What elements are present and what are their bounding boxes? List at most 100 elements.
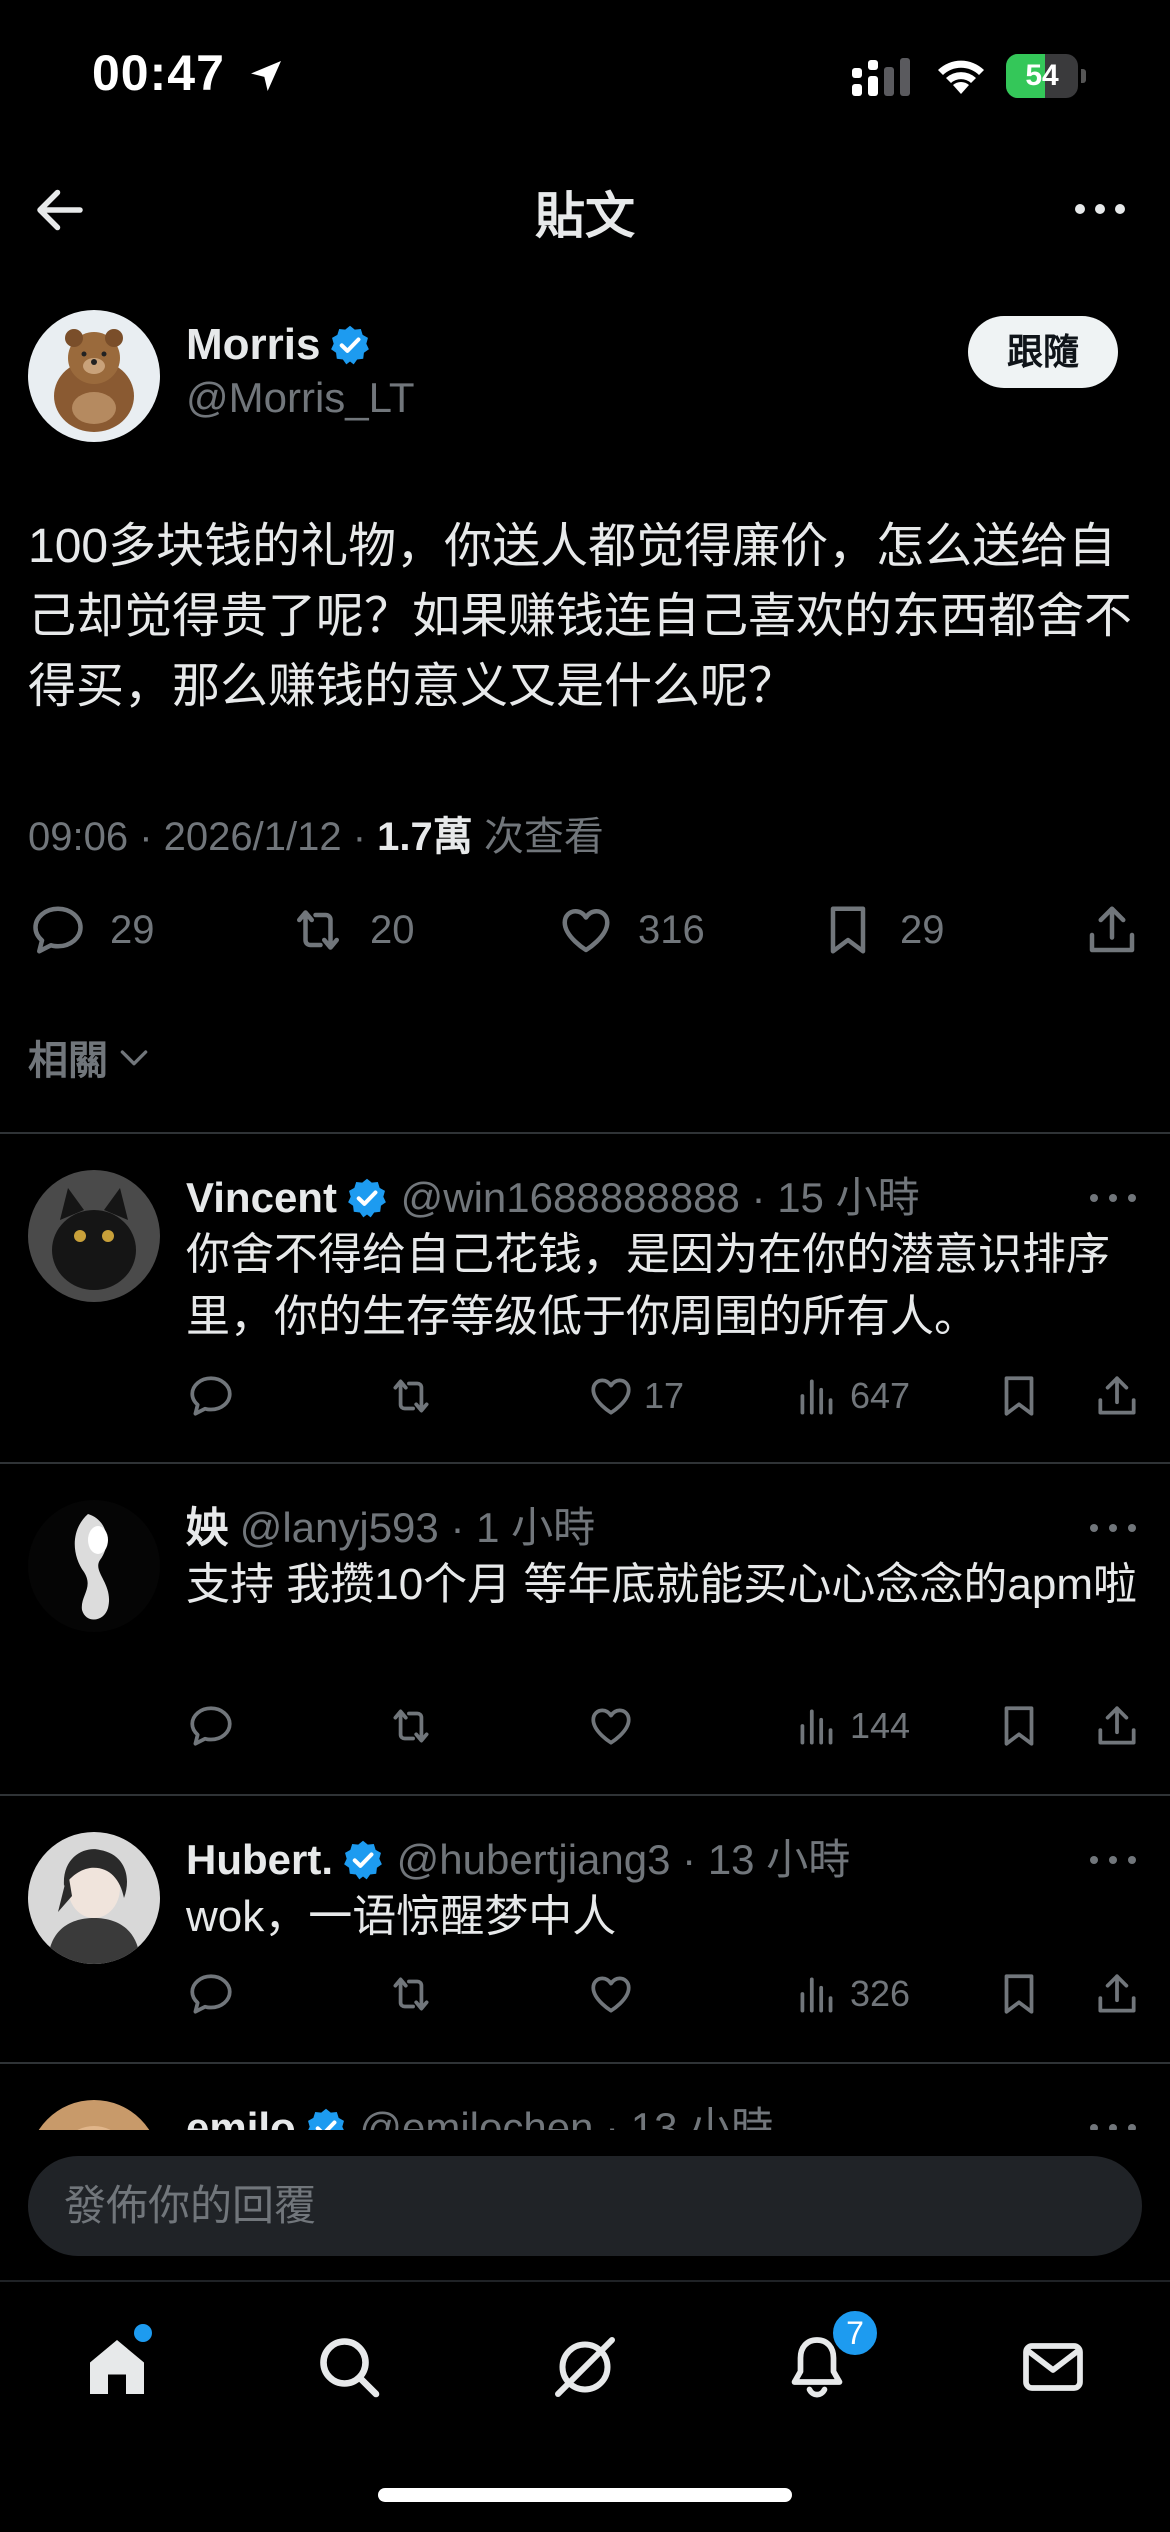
reply-header: Vincent @win1688888888 · 15 小時 bbox=[186, 1174, 920, 1221]
verified-badge-icon bbox=[344, 1840, 382, 1880]
reply-item[interactable]: 姎 @lanyj593 · 1 小時 支持 我攒10个月 等年底就能买心心念念的… bbox=[0, 1464, 1170, 1794]
reply-avatar[interactable] bbox=[28, 2100, 160, 2134]
repost-action[interactable] bbox=[386, 1696, 436, 1756]
share-icon bbox=[1089, 906, 1135, 953]
bookmark-action[interactable]: 29 bbox=[818, 890, 945, 970]
reply-input[interactable] bbox=[28, 2156, 1142, 2256]
reply-more-icon[interactable] bbox=[1088, 1188, 1138, 1208]
reply-header: 姎 @lanyj593 · 1 小時 bbox=[186, 1504, 596, 1551]
reply-author-handle[interactable]: @win1688888888 bbox=[401, 1174, 740, 1221]
page-title: 貼文 bbox=[535, 188, 635, 244]
like-action[interactable]: 17 bbox=[586, 1366, 684, 1426]
reply-actions: 144 bbox=[186, 1696, 1146, 1756]
share-action[interactable] bbox=[1092, 1964, 1142, 2024]
share-action[interactable] bbox=[1092, 1366, 1142, 1426]
repost-action[interactable] bbox=[386, 1964, 436, 2024]
home-unread-dot bbox=[134, 2324, 152, 2342]
search-icon bbox=[320, 2338, 380, 2398]
reply-more-icon[interactable] bbox=[1088, 1518, 1138, 1538]
reply-author-handle[interactable]: @lanyj593 bbox=[240, 1504, 439, 1551]
post-text: 100多块钱的礼物，你送人都觉得廉价，怎么送给自己却觉得贵了呢？如果赚钱连自己喜… bbox=[28, 520, 1133, 713]
reply-item[interactable]: Hubert. @hubertjiang3 · 13 小時 wok，一语惊醒梦中… bbox=[0, 1796, 1170, 2062]
bookmark-icon bbox=[1004, 1706, 1034, 1746]
repost-icon bbox=[393, 1977, 429, 2011]
repost-icon bbox=[393, 1709, 429, 1743]
related-label: 相關 bbox=[28, 1039, 108, 1083]
share-action[interactable] bbox=[1092, 1696, 1142, 1756]
cellular-signal-icon bbox=[852, 58, 910, 96]
related-toggle[interactable]: 相關 bbox=[28, 1028, 154, 1086]
reply-action[interactable]: 29 bbox=[28, 890, 155, 970]
analytics-icon bbox=[800, 1977, 833, 2013]
repost-action[interactable]: 20 bbox=[288, 890, 415, 970]
reply-text: wok，一语惊醒梦中人 bbox=[186, 1892, 617, 1941]
author-avatar[interactable] bbox=[28, 310, 160, 442]
share-action[interactable] bbox=[1082, 890, 1142, 970]
reply-avatar[interactable] bbox=[28, 1500, 160, 1632]
bookmark-action[interactable] bbox=[994, 1696, 1044, 1756]
author-handle[interactable]: @Morris_LT bbox=[186, 374, 415, 422]
post-actions: 29 20 316 29 bbox=[0, 890, 1170, 970]
reply-more-icon[interactable] bbox=[1088, 1850, 1138, 1870]
status-bar: 00:47 54 bbox=[0, 0, 1170, 150]
reply-author-name[interactable]: 姎 bbox=[186, 1504, 228, 1551]
reply-action[interactable] bbox=[186, 1696, 236, 1756]
analytics-icon bbox=[800, 1379, 833, 1415]
wifi-icon bbox=[938, 60, 984, 94]
reply-header: Hubert. @hubertjiang3 · 13 小時 bbox=[186, 1836, 851, 1883]
repost-action[interactable] bbox=[386, 1366, 436, 1426]
tab-messages[interactable] bbox=[1008, 2322, 1098, 2412]
heart-icon bbox=[591, 1708, 631, 1745]
reply-action[interactable] bbox=[186, 1366, 236, 1426]
like-count: 17 bbox=[644, 1375, 685, 1416]
reply-avatar[interactable] bbox=[28, 1170, 160, 1302]
reply-author-name[interactable]: Hubert. bbox=[186, 1836, 333, 1883]
heart-icon bbox=[591, 1976, 631, 2013]
repost-icon bbox=[393, 1379, 429, 1413]
reply-author-handle[interactable]: @hubertjiang3 bbox=[397, 1836, 671, 1883]
share-icon bbox=[1098, 1706, 1136, 1745]
bookmark-action[interactable] bbox=[994, 1366, 1044, 1426]
grok-icon bbox=[555, 2337, 615, 2397]
reply-author-name[interactable]: Vincent bbox=[186, 1174, 337, 1221]
author-name[interactable]: Morris bbox=[186, 320, 372, 370]
reply-item[interactable]: Vincent @win1688888888 · 15 小時 你舍不得给自己花钱… bbox=[0, 1134, 1170, 1462]
like-action[interactable] bbox=[586, 1696, 636, 1756]
reply-action[interactable] bbox=[186, 1964, 236, 2024]
like-action[interactable]: 316 bbox=[556, 890, 705, 970]
bookmark-action[interactable] bbox=[994, 1964, 1044, 2024]
follow-button[interactable]: 跟隨 bbox=[968, 316, 1118, 388]
repost-count: 20 bbox=[370, 907, 415, 952]
reply-time: 1 小時 bbox=[476, 1504, 596, 1551]
like-count: 316 bbox=[638, 907, 705, 952]
tab-grok[interactable] bbox=[540, 2322, 630, 2412]
views-count[interactable]: 1.7萬 bbox=[377, 815, 473, 859]
reply-icon bbox=[190, 1974, 232, 2014]
repost-icon bbox=[297, 910, 339, 950]
battery-indicator: 54 bbox=[1006, 54, 1086, 98]
like-action[interactable] bbox=[586, 1964, 636, 2024]
reply-header: emilo @emilochen · 13 小時 bbox=[186, 2094, 773, 2134]
notification-badge: 7 bbox=[830, 2308, 880, 2358]
reply-icon bbox=[190, 1376, 232, 1416]
views-action[interactable]: 647 bbox=[792, 1366, 910, 1426]
status-time: 00:47 bbox=[92, 45, 225, 101]
heart-icon bbox=[562, 909, 610, 953]
share-icon bbox=[1098, 1974, 1136, 2013]
reply-avatar[interactable] bbox=[28, 1832, 160, 1964]
reply-icon bbox=[190, 1706, 232, 1746]
tab-search[interactable] bbox=[304, 2322, 394, 2412]
verified-badge-icon bbox=[348, 1178, 386, 1218]
more-options-icon[interactable] bbox=[1070, 184, 1130, 234]
bookmark-icon bbox=[830, 906, 866, 954]
reply-item[interactable]: emilo @emilochen · 13 小時 bbox=[0, 2064, 1170, 2134]
views-count: 326 bbox=[850, 1973, 911, 2014]
views-count: 144 bbox=[850, 1705, 911, 1746]
reply-time: 15 小時 bbox=[777, 1174, 920, 1221]
top-nav: 貼文 bbox=[0, 150, 1170, 270]
analytics-icon bbox=[800, 1709, 833, 1745]
heart-icon bbox=[591, 1378, 631, 1415]
views-action[interactable]: 144 bbox=[792, 1696, 910, 1756]
post-date: 2026/1/12 bbox=[163, 815, 342, 859]
views-action[interactable]: 326 bbox=[792, 1964, 910, 2024]
